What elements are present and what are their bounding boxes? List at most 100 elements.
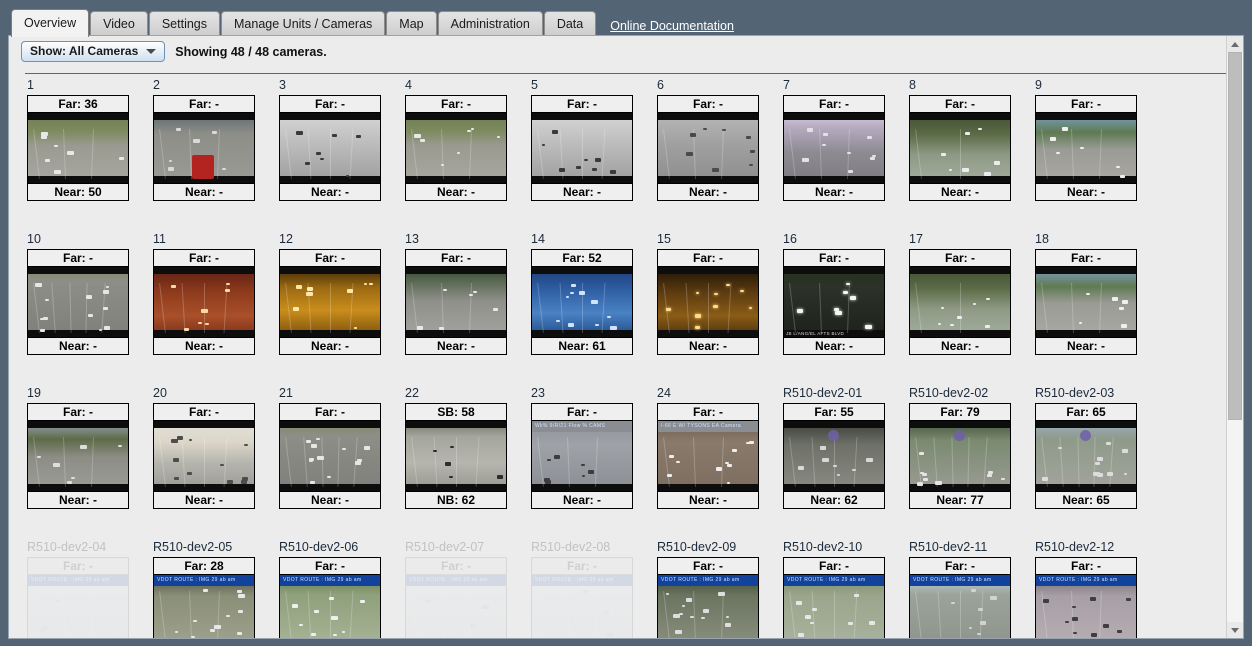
camera-tile[interactable]: Far: 52 Near: 61 bbox=[531, 249, 633, 355]
camera-thumbnail[interactable]: VDOT ROUTE : IMG 29 ab am bbox=[658, 575, 758, 638]
camera-cell[interactable]: 16 Far: - JB L/ANG/EL AFTS BLVD Near: - bbox=[775, 232, 901, 386]
camera-tile[interactable]: Far: - Near: - bbox=[27, 403, 129, 509]
camera-cell[interactable]: 2 Far: - Near: - bbox=[145, 78, 271, 232]
camera-cell[interactable]: R510-dev2-03 Far: 65 Near: 65 bbox=[1027, 386, 1153, 540]
camera-cell[interactable]: 7 Far: - Near: - bbox=[775, 78, 901, 232]
camera-thumbnail[interactable] bbox=[784, 421, 884, 491]
camera-thumbnail[interactable] bbox=[28, 113, 128, 183]
camera-cell[interactable]: 23 Far: - Wk% 9/R/21 Flow % CAMS Near: - bbox=[523, 386, 649, 540]
camera-cell[interactable]: 5 Far: - Near: - bbox=[523, 78, 649, 232]
camera-tile[interactable]: Far: -VDOT ROUTE : IMG 29 ab amNear: - bbox=[783, 557, 885, 638]
camera-tile[interactable]: Far: - Near: - bbox=[279, 403, 381, 509]
camera-cell[interactable]: 22 SB: 58 NB: 62 bbox=[397, 386, 523, 540]
camera-thumbnail[interactable]: JB L/ANG/EL AFTS BLVD bbox=[784, 267, 884, 337]
camera-cell[interactable]: 21 Far: - Near: - bbox=[271, 386, 397, 540]
camera-tile[interactable]: Far: - Near: - bbox=[279, 249, 381, 355]
camera-cell[interactable]: R510-dev2-05 Far: 28 VDOT ROUTE : IMG 29 a… bbox=[145, 540, 271, 638]
camera-cell[interactable]: R510-dev2-02 Far: 79 Near: 77 bbox=[901, 386, 1027, 540]
camera-cell[interactable]: 13 Far: - Near: - bbox=[397, 232, 523, 386]
camera-tile[interactable]: Far: - Near: - bbox=[279, 95, 381, 201]
camera-cell[interactable]: 8 Far: - Near: - bbox=[901, 78, 1027, 232]
camera-tile[interactable]: Far: 79 Near: 77 bbox=[909, 403, 1011, 509]
camera-cell[interactable]: 18 Far: - Near: - bbox=[1027, 232, 1153, 386]
camera-tile[interactable]: Far: - Near: - bbox=[909, 95, 1011, 201]
camera-thumbnail[interactable] bbox=[406, 113, 506, 183]
camera-tile[interactable]: Far: 65 Near: 65 bbox=[1035, 403, 1137, 509]
camera-tile[interactable]: Far: - Near: - bbox=[153, 249, 255, 355]
camera-thumbnail[interactable]: VDOT ROUTE : IMG 29 ab am bbox=[532, 575, 632, 638]
scroll-up-button[interactable] bbox=[1227, 36, 1243, 52]
camera-cell[interactable]: 10 Far: - Near: - bbox=[19, 232, 145, 386]
camera-thumbnail[interactable] bbox=[154, 113, 254, 183]
camera-tile[interactable]: Far: -VDOT ROUTE : IMG 29 ab amNear: - bbox=[1035, 557, 1137, 638]
camera-tile[interactable]: Far: 55 Near: 62 bbox=[783, 403, 885, 509]
camera-tile[interactable]: Far: - Near: - bbox=[405, 249, 507, 355]
camera-thumbnail[interactable] bbox=[28, 421, 128, 491]
camera-tile[interactable]: Far: 36 Near: 50 bbox=[27, 95, 129, 201]
camera-cell[interactable]: 9 Far: - Near: - bbox=[1027, 78, 1153, 232]
camera-cell[interactable]: 14 Far: 52 Near: 61 bbox=[523, 232, 649, 386]
camera-thumbnail[interactable] bbox=[1036, 113, 1136, 183]
camera-cell[interactable]: R510-dev2-06 Far: - VDOT ROUTE : IMG 29 ab… bbox=[271, 540, 397, 638]
tab-settings[interactable]: Settings bbox=[148, 11, 221, 37]
camera-tile[interactable]: Far: - Near: - bbox=[153, 95, 255, 201]
camera-tile[interactable]: Far: 28VDOT ROUTE : IMG 29 ab amNear: - bbox=[153, 557, 255, 638]
camera-tile[interactable]: Far: - Near: - bbox=[405, 95, 507, 201]
camera-tile[interactable]: Far: -VDOT ROUTE : IMG 29 ab amNear: - bbox=[405, 557, 507, 638]
camera-tile[interactable]: SB: 58 NB: 62 bbox=[405, 403, 507, 509]
camera-thumbnail[interactable] bbox=[1036, 421, 1136, 491]
camera-thumbnail[interactable] bbox=[658, 267, 758, 337]
camera-tile[interactable]: Far: -VDOT ROUTE : IMG 29 ab amNear: - bbox=[27, 557, 129, 638]
scrollbar-thumb[interactable] bbox=[1228, 52, 1242, 420]
camera-tile[interactable]: Far: -VDOT ROUTE : IMG 29 ab amNear: - bbox=[909, 557, 1011, 638]
camera-cell[interactable]: 1 Far: 36 Near: 50 bbox=[19, 78, 145, 232]
camera-tile[interactable]: Far: - Near: - bbox=[783, 95, 885, 201]
camera-tile[interactable]: Far: - Near: - bbox=[1035, 249, 1137, 355]
camera-thumbnail[interactable] bbox=[658, 113, 758, 183]
camera-thumbnail[interactable]: I-66 E W/ TYSONS EA Camera bbox=[658, 421, 758, 491]
camera-cell[interactable]: R510-dev2-07 Far: - VDOT ROUTE : IMG 29 ab… bbox=[397, 540, 523, 638]
camera-cell[interactable]: 11 Far: - Near: - bbox=[145, 232, 271, 386]
camera-thumbnail[interactable] bbox=[154, 421, 254, 491]
camera-cell[interactable]: R510-dev2-11 Far: - VDOT ROUTE : IMG 29 ab… bbox=[901, 540, 1027, 638]
camera-cell[interactable]: 3 Far: - Near: - bbox=[271, 78, 397, 232]
camera-thumbnail[interactable] bbox=[532, 113, 632, 183]
camera-cell[interactable]: 19 Far: - Near: - bbox=[19, 386, 145, 540]
camera-tile[interactable]: Far: - Near: - bbox=[1035, 95, 1137, 201]
camera-tile[interactable]: Far: -VDOT ROUTE : IMG 29 ab amNear: - bbox=[657, 557, 759, 638]
camera-tile[interactable]: Far: - Near: - bbox=[657, 95, 759, 201]
camera-cell[interactable]: R510-dev2-04 Far: - VDOT ROUTE : IMG 29 ab… bbox=[19, 540, 145, 638]
camera-thumbnail[interactable]: VDOT ROUTE : IMG 29 ab am bbox=[910, 575, 1010, 638]
tab-data[interactable]: Data bbox=[543, 11, 597, 37]
camera-tile[interactable]: Far: -VDOT ROUTE : IMG 29 ab amNear: - bbox=[279, 557, 381, 638]
tab-overview[interactable]: Overview bbox=[11, 9, 90, 37]
camera-cell[interactable]: R510-dev2-12 Far: - VDOT ROUTE : IMG 29 ab… bbox=[1027, 540, 1153, 638]
camera-thumbnail[interactable]: VDOT ROUTE : IMG 29 ab am bbox=[784, 575, 884, 638]
camera-thumbnail[interactable]: VDOT ROUTE : IMG 29 ab am bbox=[28, 575, 128, 638]
camera-thumbnail[interactable]: VDOT ROUTE : IMG 29 ab am bbox=[1036, 575, 1136, 638]
camera-thumbnail[interactable] bbox=[406, 421, 506, 491]
camera-thumbnail[interactable]: Wk% 9/R/21 Flow % CAMS bbox=[532, 421, 632, 491]
camera-tile[interactable]: Far: - Near: - bbox=[657, 249, 759, 355]
show-filter-dropdown[interactable]: Show: All Cameras bbox=[21, 41, 166, 62]
camera-thumbnail[interactable] bbox=[910, 267, 1010, 337]
camera-thumbnail[interactable] bbox=[28, 267, 128, 337]
tab-manage-units-cameras[interactable]: Manage Units / Cameras bbox=[221, 11, 386, 37]
camera-cell[interactable]: 20 Far: - Near: - bbox=[145, 386, 271, 540]
camera-thumbnail[interactable] bbox=[1036, 267, 1136, 337]
camera-thumbnail[interactable] bbox=[910, 113, 1010, 183]
camera-cell[interactable]: R510-dev2-08 Far: - VDOT ROUTE : IMG 29 ab… bbox=[523, 540, 649, 638]
camera-cell[interactable]: 15 Far: - Near: - bbox=[649, 232, 775, 386]
camera-cell[interactable]: 17 Far: - Near: - bbox=[901, 232, 1027, 386]
tab-map[interactable]: Map bbox=[386, 11, 437, 37]
camera-thumbnail[interactable] bbox=[280, 421, 380, 491]
tab-administration[interactable]: Administration bbox=[437, 11, 543, 37]
camera-thumbnail[interactable]: VDOT ROUTE : IMG 29 ab am bbox=[280, 575, 380, 638]
camera-tile[interactable]: Far: - JB L/ANG/EL AFTS BLVD Near: - bbox=[783, 249, 885, 355]
camera-cell[interactable]: 24 Far: - I-66 E W/ TYSONS EA Camera Near: … bbox=[649, 386, 775, 540]
scroll-down-button[interactable] bbox=[1227, 622, 1243, 638]
camera-thumbnail[interactable]: VDOT ROUTE : IMG 29 ab am bbox=[406, 575, 506, 638]
camera-cell[interactable]: 4 Far: - Near: - bbox=[397, 78, 523, 232]
camera-thumbnail[interactable] bbox=[784, 113, 884, 183]
camera-tile[interactable]: Far: -VDOT ROUTE : IMG 29 ab amNear: - bbox=[531, 557, 633, 638]
